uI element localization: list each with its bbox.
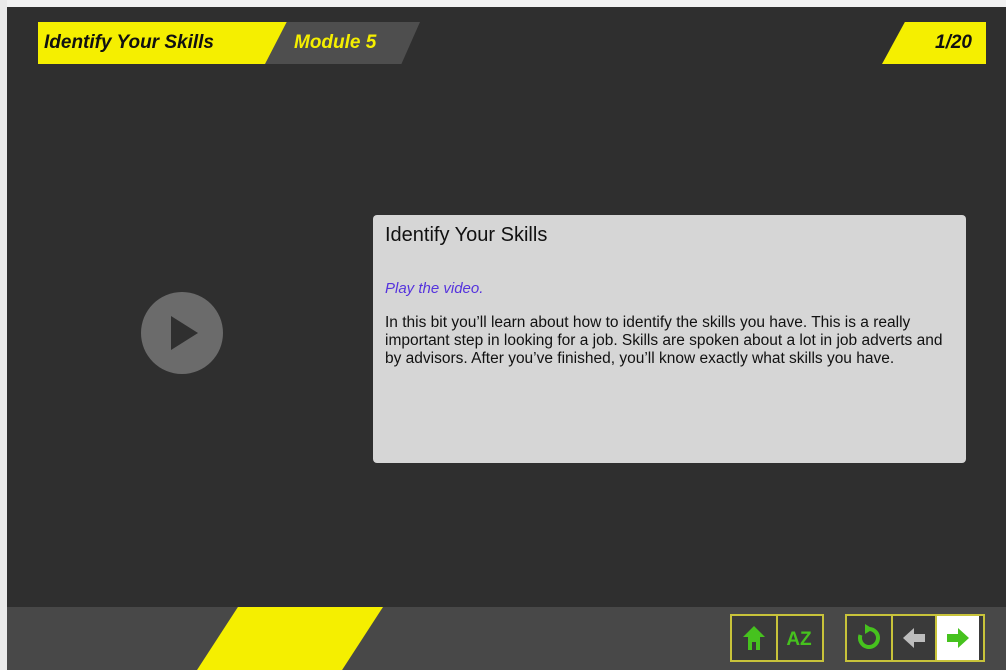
home-button[interactable] [732, 616, 776, 660]
next-button[interactable] [935, 616, 979, 660]
replay-button[interactable] [847, 616, 891, 660]
window-top-edge [0, 0, 1006, 7]
replay-icon [858, 624, 880, 649]
glossary-button[interactable]: AZ [776, 616, 820, 660]
play-icon [171, 316, 198, 350]
lesson-content-panel: Identify Your Skills Play the video. In … [373, 215, 966, 463]
window-left-edge [0, 0, 7, 670]
page-counter: 1/20 [935, 32, 972, 53]
content-body: In this bit you’ll learn about how to id… [385, 314, 943, 367]
module-tab: Module 5 [265, 22, 420, 64]
nav-group-tools: AZ [730, 614, 824, 662]
glossary-az-icon: AZ [786, 629, 812, 650]
play-video-button[interactable] [141, 292, 223, 374]
course-title: Identify Your Skills [44, 32, 214, 53]
module-label: Module 5 [294, 32, 377, 53]
content-heading: Identify Your Skills [385, 224, 548, 246]
home-icon [743, 626, 765, 650]
content-instruction: Play the video. [385, 280, 484, 297]
glossary-az-label: AZ [786, 629, 812, 650]
next-arrow-icon [947, 628, 969, 648]
back-button[interactable] [891, 616, 935, 660]
nav-group-navigation [845, 614, 985, 662]
course-title-tab: Identify Your Skills [38, 22, 288, 64]
back-arrow-icon [903, 628, 925, 648]
